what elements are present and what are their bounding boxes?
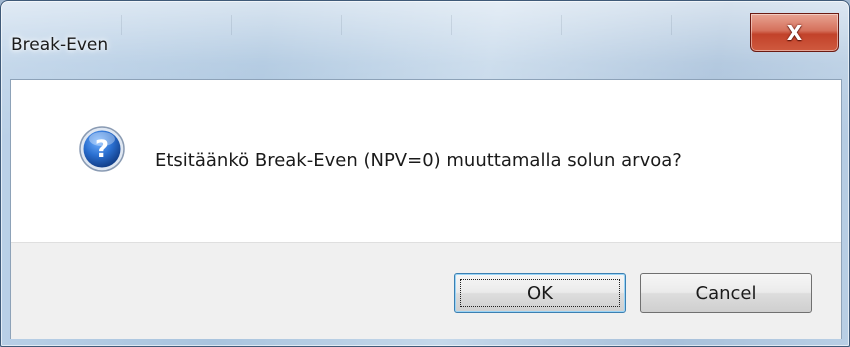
question-icon: ? bbox=[79, 126, 125, 172]
button-bar: OK Cancel bbox=[11, 242, 841, 339]
cancel-button[interactable]: Cancel bbox=[640, 273, 812, 313]
ok-button[interactable]: OK bbox=[454, 273, 626, 313]
dialog-window: Break-Even X ? Etsitäänkö Break-Even (NP… bbox=[0, 0, 850, 347]
focus-rectangle bbox=[460, 279, 620, 307]
window-title: Break-Even bbox=[11, 35, 109, 55]
dialog-message: Etsitäänkö Break-Even (NPV=0) muuttamall… bbox=[155, 150, 682, 171]
dialog-client-area: ? Etsitäänkö Break-Even (NPV=0) muuttama… bbox=[10, 79, 842, 339]
close-icon: X bbox=[786, 20, 803, 45]
background-spreadsheet-glimpse bbox=[121, 15, 681, 35]
close-button[interactable]: X bbox=[750, 13, 839, 52]
cancel-button-label: Cancel bbox=[695, 282, 757, 304]
svg-text:?: ? bbox=[95, 135, 109, 163]
message-area: ? Etsitäänkö Break-Even (NPV=0) muuttama… bbox=[11, 80, 841, 242]
